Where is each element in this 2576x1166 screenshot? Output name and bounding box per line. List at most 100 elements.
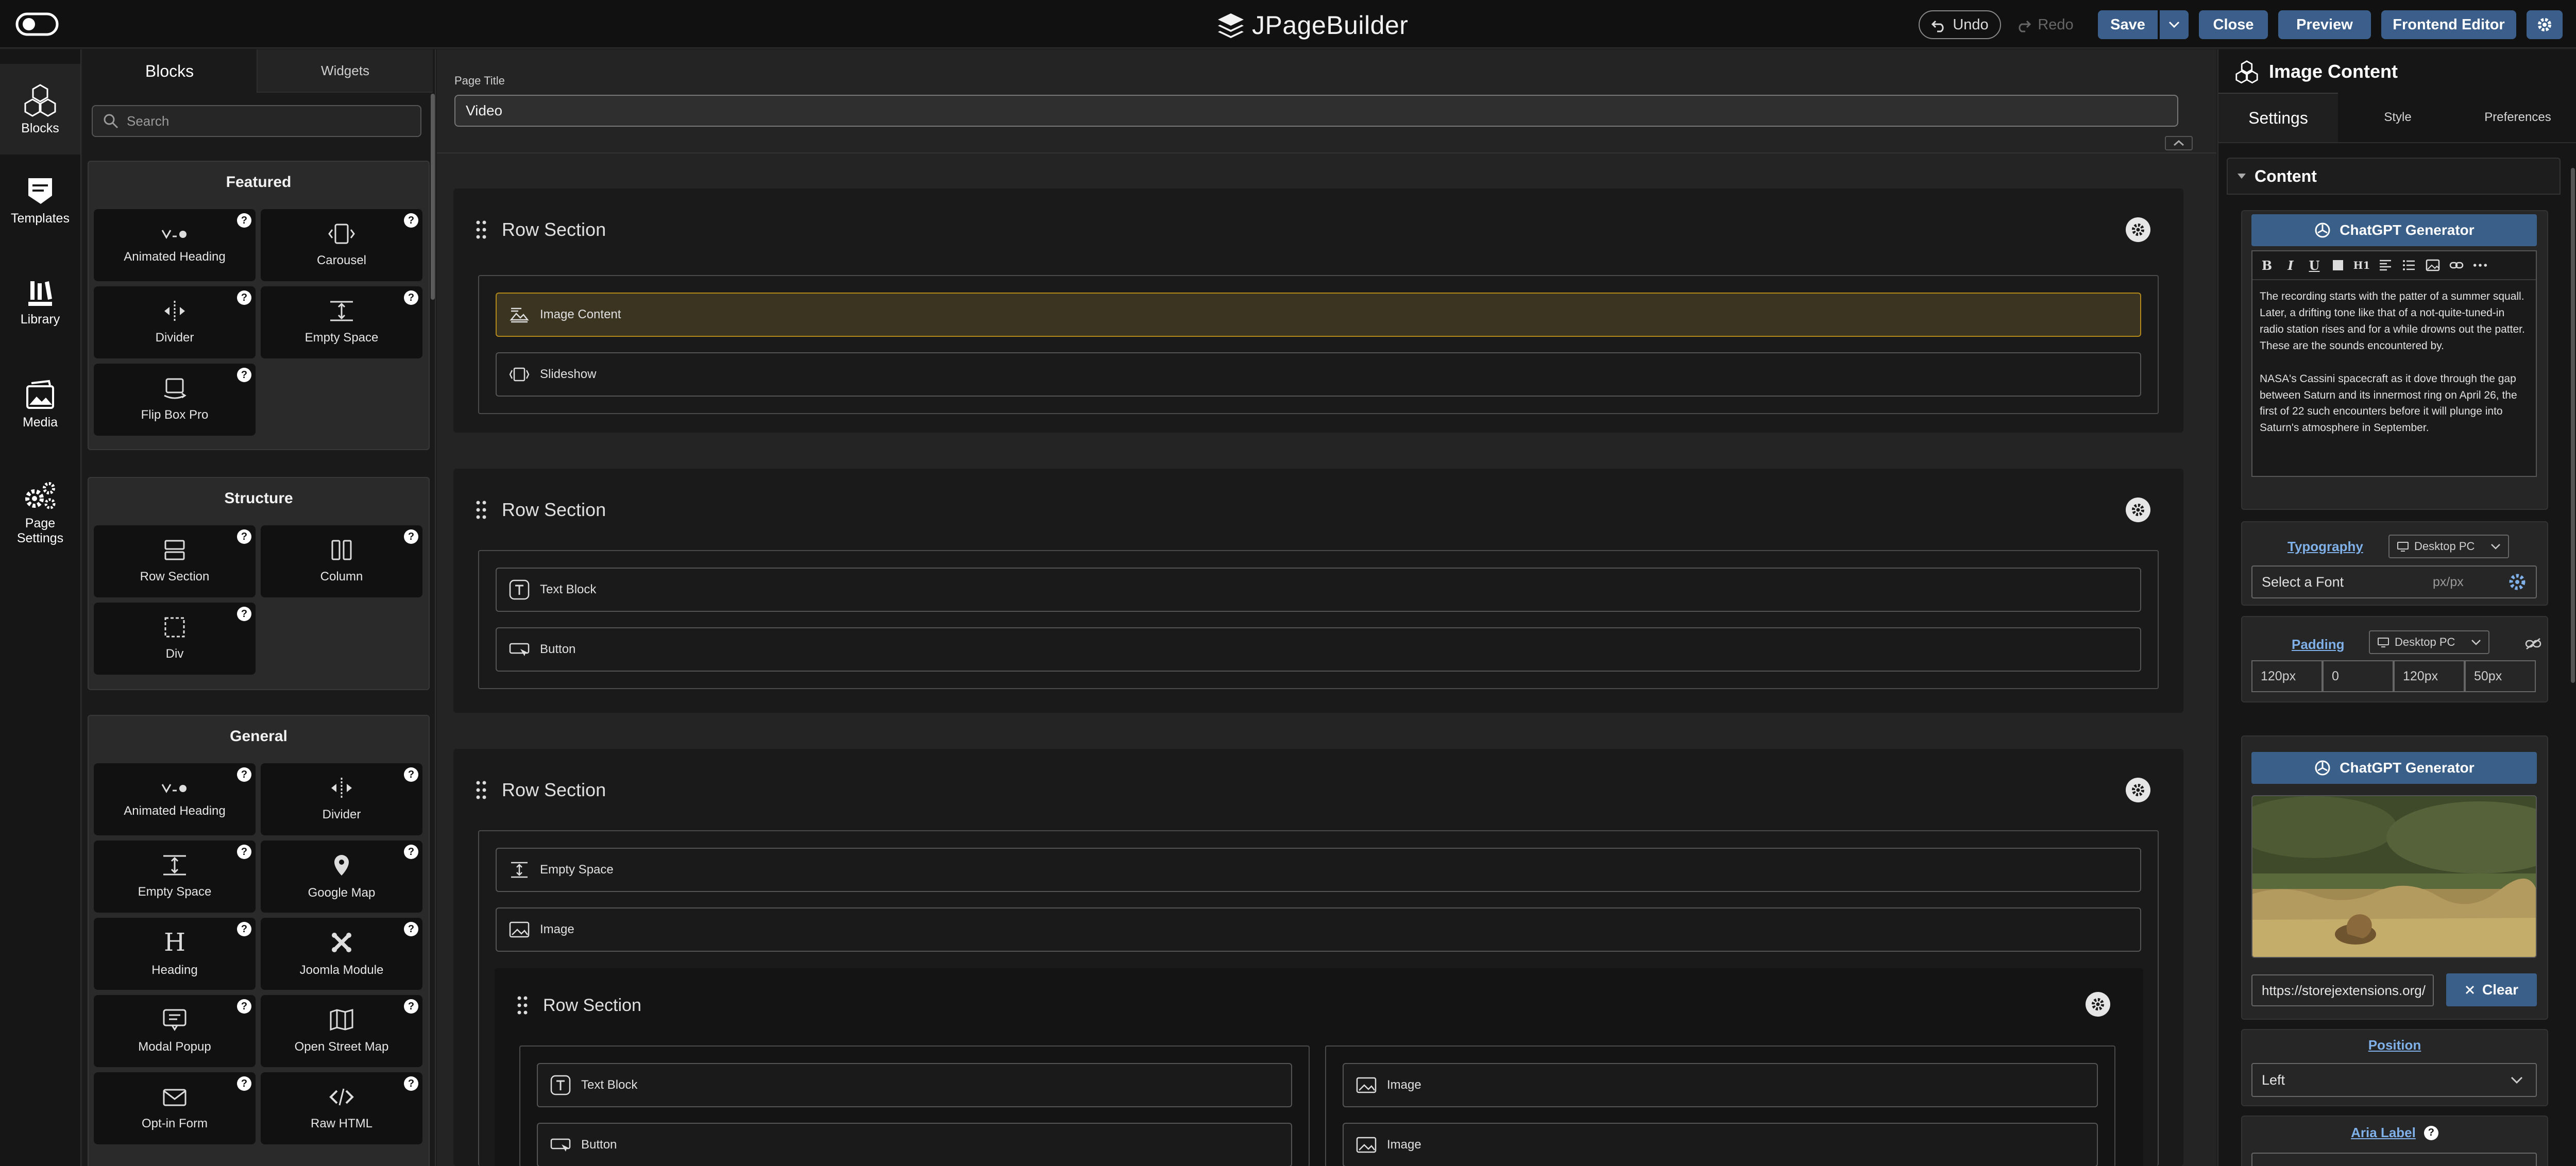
search-input[interactable]: Search xyxy=(92,105,421,137)
help-icon[interactable]: ? xyxy=(404,922,418,936)
settings-button[interactable] xyxy=(2527,10,2563,39)
help-icon[interactable]: ? xyxy=(404,213,418,228)
tab-style[interactable]: Style xyxy=(2338,93,2458,142)
tab-blocks[interactable]: Blocks xyxy=(82,49,258,93)
collapse-title-button[interactable] xyxy=(2165,136,2193,150)
chatgpt-generator-button[interactable]: ChatGPT Generator xyxy=(2251,752,2537,784)
column-left[interactable]: Text Block Button xyxy=(519,1045,1310,1166)
help-icon[interactable]: ? xyxy=(237,999,251,1014)
drag-handle-icon[interactable] xyxy=(476,219,486,240)
padding-bottom-input[interactable]: 120px xyxy=(2394,660,2465,692)
column[interactable]: Empty Space Image Row Section Text Block xyxy=(478,830,2159,1166)
tab-settings[interactable]: Settings xyxy=(2218,93,2338,142)
block-row-section[interactable]: ? Row Section xyxy=(94,525,256,597)
addon-image[interactable]: Image xyxy=(1343,1123,2098,1166)
list-icon[interactable] xyxy=(2402,258,2416,273)
section-settings-gear-icon[interactable] xyxy=(2126,778,2150,802)
help-icon[interactable]: ? xyxy=(2424,1125,2438,1140)
rail-item-blocks[interactable]: Blocks xyxy=(0,64,80,155)
padding-left-input[interactable]: 50px xyxy=(2465,660,2536,692)
text-color-icon[interactable] xyxy=(2331,258,2345,273)
redo-button[interactable]: Redo xyxy=(2011,10,2078,39)
rail-item-templates[interactable]: Templates xyxy=(0,175,80,226)
close-button[interactable]: Close xyxy=(2199,10,2268,39)
section-settings-gear-icon[interactable] xyxy=(2086,992,2110,1017)
section-settings-gear-icon[interactable] xyxy=(2126,498,2150,522)
help-icon[interactable]: ? xyxy=(237,607,251,621)
addon-button[interactable]: Button xyxy=(537,1123,1292,1166)
addon-button[interactable]: Button xyxy=(496,627,2141,672)
addon-empty-space[interactable]: Empty Space xyxy=(496,848,2141,892)
help-icon[interactable]: ? xyxy=(237,368,251,382)
help-icon[interactable]: ? xyxy=(404,1076,418,1091)
block-raw-html[interactable]: ? Raw HTML xyxy=(261,1072,422,1144)
padding-device-select[interactable]: Desktop PC xyxy=(2369,630,2489,654)
content-accordion-header[interactable]: Content xyxy=(2227,158,2561,195)
block-flip-box-pro[interactable]: ? Flip Box Pro xyxy=(94,364,256,436)
block-animated-heading[interactable]: ? Animated Heading xyxy=(94,209,256,281)
tab-preferences[interactable]: Preferences xyxy=(2458,93,2576,142)
help-icon[interactable]: ? xyxy=(404,845,418,859)
drag-handle-icon[interactable] xyxy=(517,995,528,1016)
chatgpt-generator-button[interactable]: ChatGPT Generator xyxy=(2251,214,2537,246)
frontend-editor-button[interactable]: Frontend Editor xyxy=(2381,10,2516,39)
rich-text-editor[interactable]: B I U H1 The recording starts with the p… xyxy=(2251,250,2537,477)
help-icon[interactable]: ? xyxy=(237,290,251,305)
help-icon[interactable]: ? xyxy=(404,999,418,1014)
row-section[interactable]: Row Section Text Block Button xyxy=(453,469,2183,713)
block-divider[interactable]: ? Divider xyxy=(94,286,256,358)
block-heading[interactable]: ? H Heading xyxy=(94,918,256,990)
sidebar-toggle-icon[interactable] xyxy=(15,12,59,36)
padding-top-input[interactable]: 120px xyxy=(2251,660,2323,692)
addon-text-block[interactable]: Text Block xyxy=(537,1063,1292,1107)
row-section[interactable]: Row Section Image Content Slideshow xyxy=(453,188,2183,433)
addon-slideshow[interactable]: Slideshow xyxy=(496,352,2141,397)
help-icon[interactable]: ? xyxy=(237,529,251,544)
column-right[interactable]: Image Image xyxy=(1325,1045,2115,1166)
padding-right-input[interactable]: 0 xyxy=(2323,660,2394,692)
undo-button[interactable]: Undo xyxy=(1919,10,2001,39)
padding-label[interactable]: Padding xyxy=(2292,637,2345,653)
block-opt-in-form[interactable]: ? Opt-in Form xyxy=(94,1072,256,1144)
image-url-input[interactable]: https://storejextensions.org/ xyxy=(2251,974,2434,1006)
inner-row-section[interactable]: Row Section Text Block Button Image Imag… xyxy=(495,968,2143,1166)
font-select[interactable]: Select a Font px/px xyxy=(2251,565,2537,598)
row-section[interactable]: Row Section Empty Space Image Row Sectio… xyxy=(453,749,2183,1166)
heading-icon[interactable]: H1 xyxy=(2353,258,2370,273)
block-empty-space[interactable]: ? Empty Space xyxy=(261,286,422,358)
clear-image-button[interactable]: Clear xyxy=(2446,973,2537,1006)
settings-scrollbar[interactable] xyxy=(2571,168,2575,683)
bold-icon[interactable]: B xyxy=(2260,258,2274,273)
link-icon[interactable] xyxy=(2449,258,2464,273)
editor-content[interactable]: The recording starts with the patter of … xyxy=(2260,288,2530,436)
italic-icon[interactable]: I xyxy=(2283,258,2298,273)
help-icon[interactable]: ? xyxy=(237,213,251,228)
typography-device-select[interactable]: Desktop PC xyxy=(2388,535,2509,558)
more-options-icon[interactable] xyxy=(2473,258,2487,273)
page-title-input[interactable]: Video xyxy=(454,95,2178,127)
save-button[interactable]: Save xyxy=(2098,10,2158,39)
addon-image[interactable]: Image xyxy=(1343,1063,2098,1107)
tab-widgets[interactable]: Widgets xyxy=(258,49,433,93)
block-carousel[interactable]: ? Carousel xyxy=(261,209,422,281)
position-select[interactable]: Left xyxy=(2251,1063,2537,1097)
gear-icon[interactable] xyxy=(2507,572,2528,592)
insert-image-icon[interactable] xyxy=(2426,258,2440,273)
underline-icon[interactable]: U xyxy=(2307,258,2321,273)
column[interactable]: Text Block Button xyxy=(478,550,2159,689)
help-icon[interactable]: ? xyxy=(237,845,251,859)
block-column[interactable]: ? Column xyxy=(261,525,422,597)
block-animated-heading[interactable]: ? Animated Heading xyxy=(94,763,256,835)
section-settings-gear-icon[interactable] xyxy=(2126,217,2150,242)
block-empty-space[interactable]: ? Empty Space xyxy=(94,841,256,913)
block-joomla-module[interactable]: ? Joomla Module xyxy=(261,918,422,990)
help-icon[interactable]: ? xyxy=(404,290,418,305)
block-modal-popup[interactable]: ? Modal Popup xyxy=(94,995,256,1067)
block-open-street-map[interactable]: ? Open Street Map xyxy=(261,995,422,1067)
drag-handle-icon[interactable] xyxy=(476,780,486,800)
unlink-icon[interactable] xyxy=(2524,637,2542,651)
addon-text-block[interactable]: Text Block xyxy=(496,568,2141,612)
aria-label-input[interactable] xyxy=(2251,1153,2537,1166)
blocks-scrollbar[interactable] xyxy=(431,94,435,300)
addon-image[interactable]: Image xyxy=(496,907,2141,952)
